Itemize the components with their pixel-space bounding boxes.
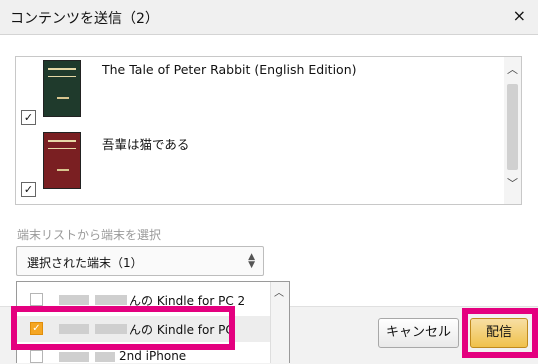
select-caret-icon: ▲ ▼ xyxy=(248,252,255,270)
content-item[interactable]: 吾輩は猫である ✓ xyxy=(16,129,504,199)
device-checkbox[interactable]: ✓ xyxy=(30,322,43,335)
scroll-thumb[interactable] xyxy=(507,84,518,170)
content-list: The Tale of Peter Rabbit (English Editio… xyxy=(15,56,522,205)
device-section-label: 端末リストから端末を選択 xyxy=(17,228,162,242)
device-select[interactable]: 選択された端末（1） ▲ ▼ xyxy=(16,246,264,276)
content-title: 吾輩は猫である xyxy=(102,137,190,152)
redacted-name xyxy=(95,324,127,334)
book-cover xyxy=(43,132,81,189)
redacted-name xyxy=(95,352,115,362)
device-list-scrollbar[interactable]: ︿ xyxy=(270,282,289,363)
content-item[interactable]: The Tale of Peter Rabbit (English Editio… xyxy=(16,57,504,127)
close-icon[interactable]: × xyxy=(513,6,526,25)
device-option[interactable]: んの Kindle for PC 2 xyxy=(17,287,271,313)
device-name: んの Kindle for PC xyxy=(129,323,234,337)
device-select-value: 選択された端末（1） xyxy=(27,256,143,270)
scroll-down-icon[interactable]: ﹀ xyxy=(506,177,519,191)
scroll-up-icon[interactable]: ︿ xyxy=(274,284,284,299)
book-cover xyxy=(43,60,81,117)
device-name: 2nd iPhone xyxy=(119,349,187,363)
content-checkbox[interactable]: ✓ xyxy=(21,110,36,125)
cancel-button[interactable]: キャンセル xyxy=(378,318,459,348)
device-dropdown: んの Kindle for PC 2 ✓ んの Kindle for PC 2n… xyxy=(16,281,290,363)
content-title: The Tale of Peter Rabbit (English Editio… xyxy=(102,62,357,77)
device-checkbox[interactable] xyxy=(30,293,43,306)
dialog-titlebar: コンテンツを送信（2） × xyxy=(0,0,538,35)
device-checkbox[interactable] xyxy=(30,350,43,363)
content-scrollbar[interactable]: ︿ ﹀ xyxy=(504,57,521,204)
device-name: んの Kindle for PC 2 xyxy=(129,294,246,308)
device-option[interactable]: ✓ んの Kindle for PC xyxy=(17,316,271,342)
scroll-up-icon[interactable]: ︿ xyxy=(506,63,519,77)
content-checkbox[interactable]: ✓ xyxy=(21,182,36,197)
redacted-name xyxy=(95,295,127,305)
redacted-name xyxy=(59,324,89,334)
redacted-name xyxy=(59,352,89,362)
dialog-title: コンテンツを送信（2） xyxy=(10,11,159,27)
send-button[interactable]: 配信 xyxy=(470,318,528,348)
redacted-name xyxy=(59,295,89,305)
device-option[interactable]: 2nd iPhone xyxy=(17,344,271,363)
